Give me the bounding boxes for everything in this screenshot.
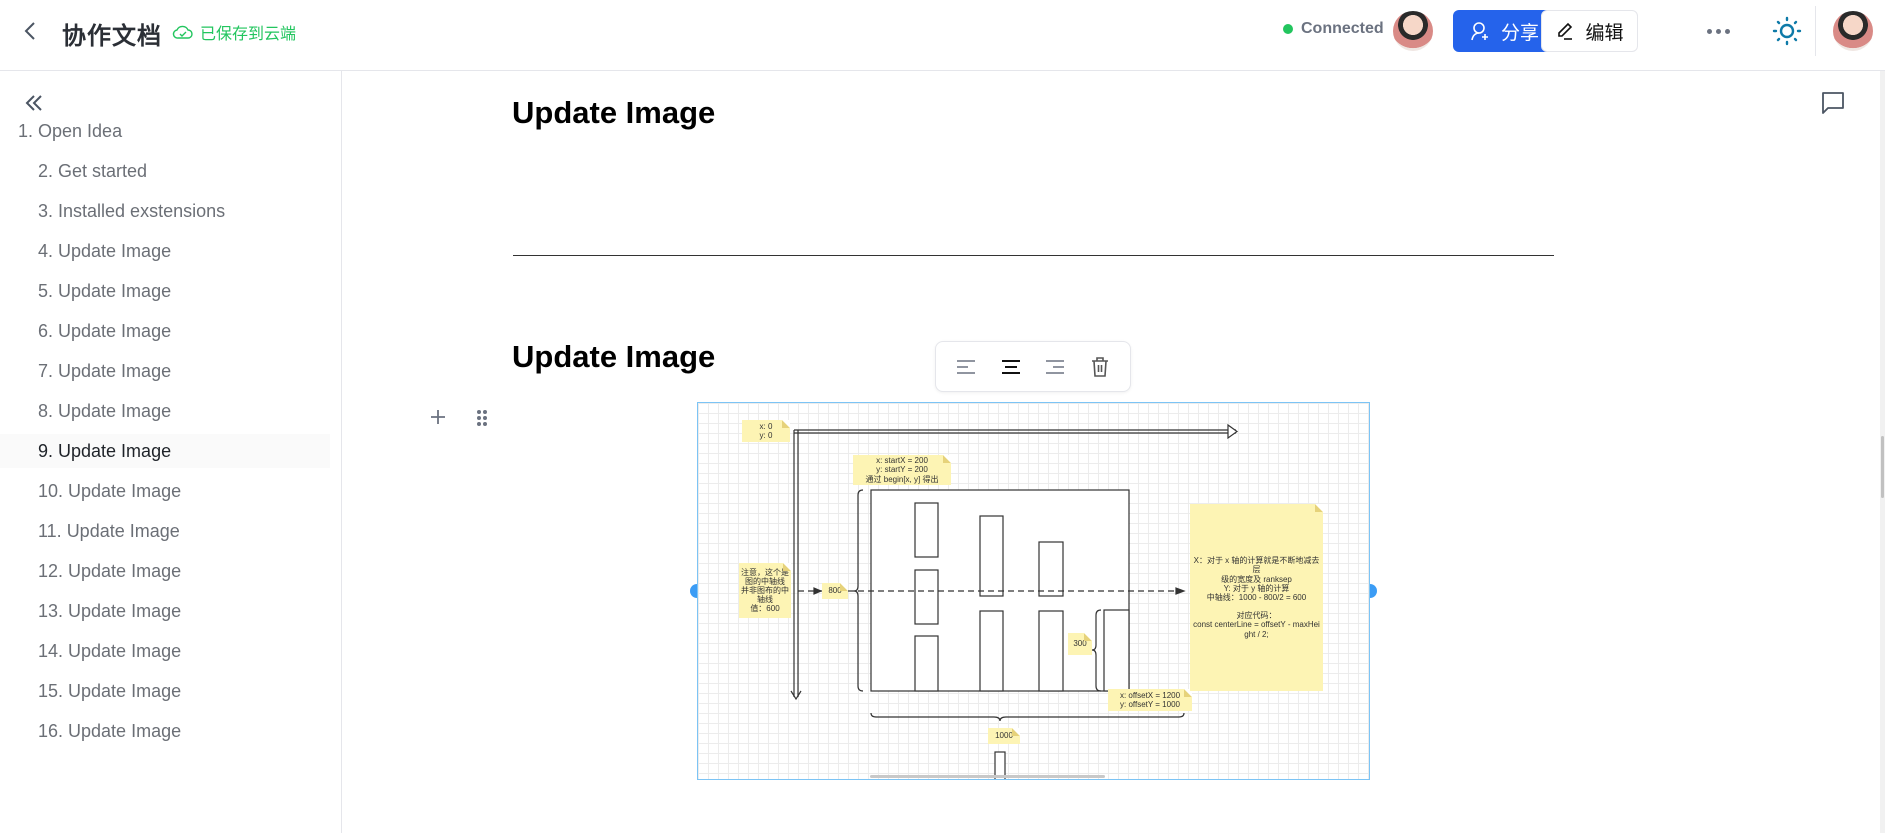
drag-handle[interactable] xyxy=(474,407,490,429)
align-left-icon xyxy=(957,359,976,374)
node xyxy=(979,515,1004,597)
note-center: 注意，这个是 图的中轴线 并非图布的中 轴线 值：600 xyxy=(739,563,791,618)
save-status-text: 已保存到云端 xyxy=(200,26,297,43)
note-height: 800 xyxy=(822,583,848,599)
sun-icon xyxy=(1772,16,1802,46)
delete-image-button[interactable] xyxy=(1085,352,1115,382)
align-center-button[interactable] xyxy=(996,352,1026,382)
toc-item[interactable]: 9. Update Image xyxy=(0,434,330,468)
note-origin: x: 0 y: 0 xyxy=(742,420,790,442)
toc-item[interactable]: 7. Update Image xyxy=(0,354,330,388)
note-explain: X：对于 x 轴的计算就是不断地减去层 级的宽度及 ranksep Y: 对于 … xyxy=(1190,504,1323,691)
toc-item[interactable]: 3. Installed exstensions xyxy=(0,194,330,228)
horizontal-rule xyxy=(513,255,1554,256)
save-status: 已保存到云端 xyxy=(172,20,296,44)
cloud-check-icon xyxy=(172,25,193,39)
comment-icon xyxy=(1822,92,1844,114)
collapse-sidebar-button[interactable] xyxy=(22,91,46,115)
note-start: x: startX = 200 y: startY = 200 通过 begin… xyxy=(853,455,951,485)
top-header: 协作文档 已保存到云端 Connected 分享 编辑 xyxy=(0,0,1885,71)
add-block-button[interactable] xyxy=(428,407,448,427)
diagram-image[interactable]: x: 0 y: 0 x: startX = 200 y: startY = 20… xyxy=(697,402,1370,780)
align-right-button[interactable] xyxy=(1040,352,1070,382)
toc-item[interactable]: 15. Update Image xyxy=(0,674,330,708)
connection-dot-icon xyxy=(1283,24,1293,34)
toc-item[interactable]: 2. Get started xyxy=(0,154,330,188)
edit-label: 编辑 xyxy=(1585,22,1624,44)
document-title: 协作文档 xyxy=(62,23,162,50)
note-width: 1000 xyxy=(988,728,1020,744)
chevron-left-icon xyxy=(24,22,35,40)
node xyxy=(914,635,939,692)
toc-item[interactable]: 1. Open Idea xyxy=(0,114,330,148)
pencil-icon xyxy=(1558,22,1573,40)
align-center-icon xyxy=(1001,359,1020,374)
align-right-icon xyxy=(1046,359,1065,374)
node xyxy=(979,610,1004,692)
node xyxy=(914,502,939,558)
share-button[interactable]: 分享 xyxy=(1453,10,1555,52)
node xyxy=(1038,610,1064,692)
image-toolbar xyxy=(935,341,1131,392)
plus-icon xyxy=(431,410,445,424)
node xyxy=(1103,609,1130,692)
node xyxy=(914,569,939,625)
trash-icon xyxy=(1091,356,1108,377)
toc-item[interactable]: 6. Update Image xyxy=(0,314,330,348)
toc-item[interactable]: 10. Update Image xyxy=(0,474,330,508)
node xyxy=(1038,541,1064,597)
grip-vertical-icon xyxy=(477,410,487,426)
toc-item[interactable]: 5. Update Image xyxy=(0,274,330,308)
chevrons-left-icon xyxy=(25,95,42,111)
user-avatar[interactable] xyxy=(1833,11,1873,51)
note-small-height: 300 xyxy=(1068,633,1092,655)
connection-status: Connected xyxy=(1283,20,1384,38)
connection-status-text: Connected xyxy=(1301,20,1384,37)
bottom-brace xyxy=(870,712,1185,722)
toc-item[interactable]: 13. Update Image xyxy=(0,594,330,628)
collaborator-avatar[interactable] xyxy=(1393,11,1433,51)
diagram-scrollbar[interactable] xyxy=(870,775,1105,778)
comment-button[interactable] xyxy=(1820,90,1846,116)
back-button[interactable] xyxy=(20,18,42,44)
edit-button[interactable]: 编辑 xyxy=(1541,10,1638,52)
y-axis-arrow xyxy=(793,430,799,697)
page-scrollbar-thumb[interactable] xyxy=(1881,436,1884,498)
header-divider xyxy=(1815,6,1816,56)
table-of-contents: 1. Open Idea 2. Get started 3. Installed e… xyxy=(0,71,342,833)
more-dot-icon xyxy=(1724,28,1730,34)
more-dot-icon xyxy=(1715,28,1721,34)
toc-item[interactable]: 8. Update Image xyxy=(0,394,330,428)
section-heading: Update Image xyxy=(512,95,716,130)
more-dot-icon xyxy=(1706,28,1712,34)
x-axis-arrow xyxy=(794,429,1236,434)
share-label: 分享 xyxy=(1500,22,1539,44)
theme-toggle-button[interactable] xyxy=(1772,16,1802,46)
toc-item[interactable]: 14. Update Image xyxy=(0,634,330,668)
more-menu-button[interactable] xyxy=(1703,20,1733,42)
toc-item[interactable]: 4. Update Image xyxy=(0,234,330,268)
align-left-button[interactable] xyxy=(951,352,981,382)
section-heading: Update Image xyxy=(512,339,716,374)
note-offset: x: offsetX = 1200 y: offsetY = 1000 xyxy=(1108,689,1192,711)
toc-item[interactable]: 12. Update Image xyxy=(0,554,330,588)
toc-item[interactable]: 11. Update Image xyxy=(0,514,330,548)
toc-item[interactable]: 16. Update Image xyxy=(0,714,330,748)
user-plus-icon xyxy=(1471,22,1488,41)
